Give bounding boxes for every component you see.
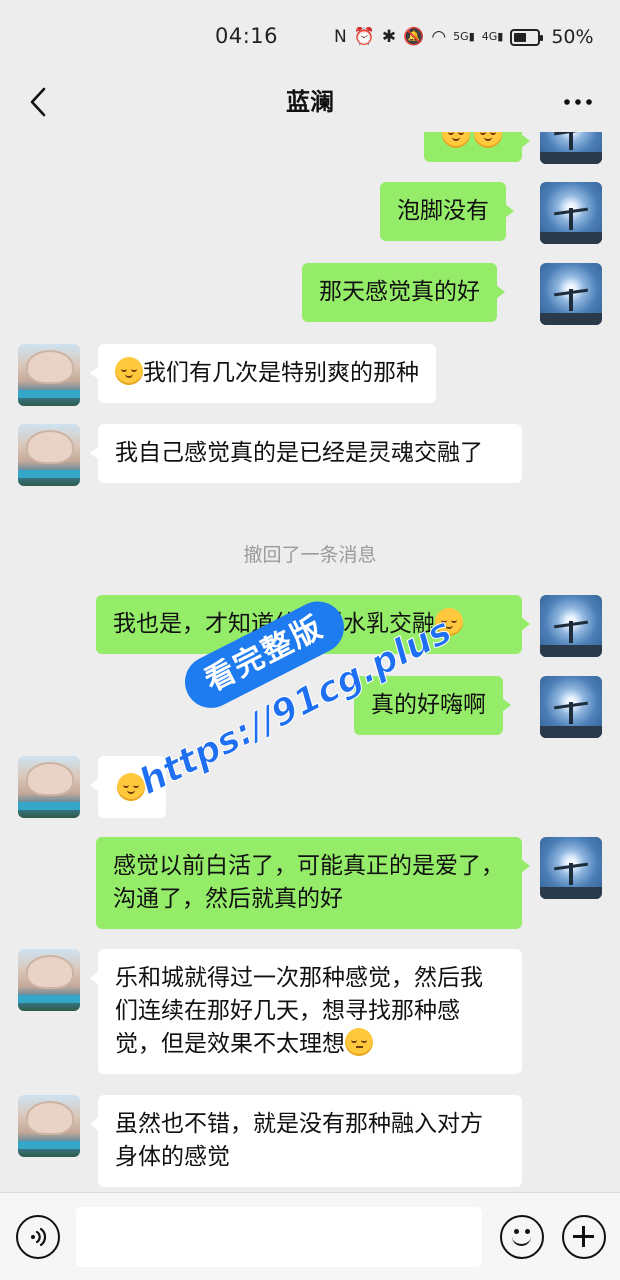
signal-5g-icon: 5G▮ <box>453 30 475 43</box>
avatar-me[interactable] <box>540 837 602 899</box>
message-text: 那天感觉真的好 <box>319 279 480 305</box>
avatar-contact[interactable] <box>18 949 80 1011</box>
message-bubble-me[interactable]: 真的好嗨啊 <box>354 676 511 735</box>
emoji-button[interactable] <box>500 1215 544 1259</box>
status-icons: N ⏰ ✱ 🔕 ◠ 5G▮ 4G▮ 50% <box>334 24 594 50</box>
input-bar <box>0 1192 620 1280</box>
chat-title: 蓝澜 <box>286 88 334 116</box>
voice-icon <box>31 1227 47 1247</box>
message-input[interactable] <box>76 1207 482 1267</box>
avatar-contact[interactable] <box>18 1095 80 1157</box>
avatar-me[interactable] <box>540 132 602 164</box>
title-bar: 蓝澜 <box>0 72 620 132</box>
message-bubble-contact[interactable]: 我自己感觉真的是已经是灵魂交融了 <box>90 424 522 483</box>
message-bubble-me[interactable]: 泡脚没有 <box>380 182 514 241</box>
blush-emoji-icon <box>115 357 143 385</box>
emoji-icon <box>514 1229 519 1234</box>
message-bubble-me[interactable]: 感觉以前白活了，可能真正的是爱了，沟通了，然后就真的好 <box>96 837 530 929</box>
message-text: 虽然也不错，就是没有那种融入对方身体的感觉 <box>115 1111 483 1170</box>
message-bubble-contact[interactable] <box>90 756 166 818</box>
message-text: 我也是，才知道什么叫水乳交融 <box>113 611 435 637</box>
blush-emoji-icon <box>442 132 470 148</box>
add-button[interactable] <box>562 1215 606 1259</box>
mute-icon: 🔕 <box>403 27 425 47</box>
recall-notice: 撤回了一条消息 <box>243 544 377 566</box>
avatar-me[interactable] <box>540 182 602 244</box>
avatar-contact[interactable] <box>18 756 80 818</box>
avatar-contact[interactable] <box>18 344 80 406</box>
message-text: 真的好嗨啊 <box>371 692 486 718</box>
message-text: 感觉以前白活了，可能真正的是爱了，沟通了，然后就真的好 <box>113 853 504 912</box>
message-text: 乐和城就得过一次那种感觉，然后我们连续在那好几天，想寻找那种感觉，但是效果不太理… <box>115 965 483 1057</box>
wifi-icon: ◠ <box>431 27 447 47</box>
alarm-icon: ⏰ <box>353 27 375 47</box>
message-text: 我自己感觉真的是已经是灵魂交融了 <box>115 440 483 466</box>
blush-emoji-icon <box>435 608 463 636</box>
bluetooth-icon: ✱ <box>381 27 397 47</box>
blush-emoji-icon <box>117 773 145 801</box>
voice-button[interactable] <box>16 1215 60 1259</box>
signal-4g-icon: 4G▮ <box>481 30 504 43</box>
status-bar: 04:16 N ⏰ ✱ 🔕 ◠ 5G▮ 4G▮ 50% <box>0 0 620 72</box>
avatar-me[interactable] <box>540 676 602 738</box>
message-bubble-contact[interactable]: 虽然也不错，就是没有那种融入对方身体的感觉 <box>90 1095 522 1187</box>
message-bubble-contact[interactable]: 乐和城就得过一次那种感觉，然后我们连续在那好几天，想寻找那种感觉，但是效果不太理… <box>90 949 522 1074</box>
status-time: 04:16 <box>215 24 279 48</box>
avatar-me[interactable] <box>540 595 602 657</box>
blush-emoji-icon <box>474 132 502 148</box>
more-options-icon[interactable] <box>558 82 598 122</box>
battery-icon <box>510 28 544 46</box>
message-bubble-me[interactable]: 那天感觉真的好 <box>302 263 505 322</box>
message-text: 我们有几次是特别爽的那种 <box>143 360 419 386</box>
message-bubble-partial <box>424 132 530 162</box>
avatar-me[interactable] <box>540 263 602 325</box>
thinking-emoji-icon <box>345 1028 373 1056</box>
avatar-contact[interactable] <box>18 424 80 486</box>
message-text: 泡脚没有 <box>397 198 489 224</box>
battery-percent: 50% <box>551 26 594 48</box>
nfc-icon: N <box>334 27 347 47</box>
chat-area[interactable]: 泡脚没有 那天感觉真的好 我们有几次是特别爽的那种 我自己感觉真的是已经是灵魂交… <box>0 132 620 1192</box>
message-bubble-contact[interactable]: 我们有几次是特别爽的那种 <box>90 344 436 403</box>
message-bubble-me[interactable]: 我也是，才知道什么叫水乳交融 <box>96 595 530 654</box>
